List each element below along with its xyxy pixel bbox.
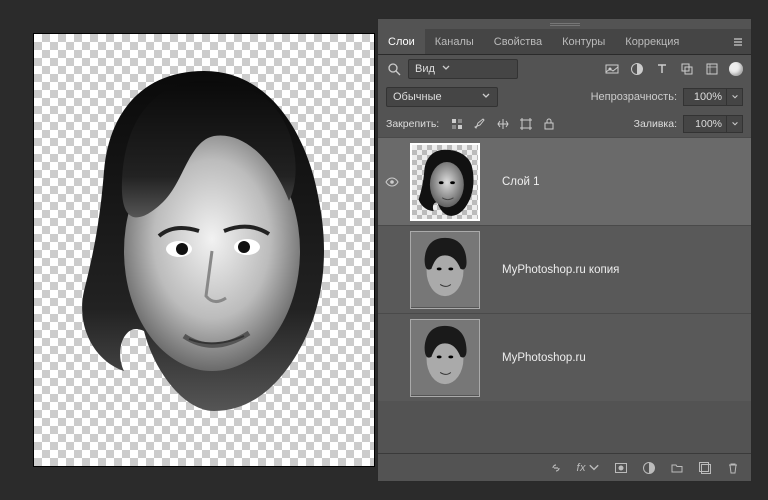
panel-drag-handle[interactable] <box>378 19 751 29</box>
fill-dropdown-icon[interactable] <box>727 115 743 133</box>
filter-adjustment-icon[interactable] <box>629 61 645 77</box>
panel-menu-icon[interactable] <box>725 37 751 47</box>
filter-label: Вид <box>415 63 435 75</box>
layer-name[interactable]: MyPhotoshop.ru <box>502 352 586 364</box>
layers-panel: Слои Каналы Свойства Контуры Коррекция В… <box>377 18 752 482</box>
image-content <box>54 51 354 431</box>
filter-shape-icon[interactable] <box>679 61 695 77</box>
visibility-toggle[interactable] <box>378 175 406 189</box>
link-layers-icon[interactable] <box>548 460 564 476</box>
layer-row[interactable]: Слой 1 <box>378 137 751 225</box>
layer-actions-bar: fx <box>378 453 751 481</box>
tab-adjustments[interactable]: Коррекция <box>615 29 689 54</box>
fill-input[interactable]: 100% <box>683 115 727 133</box>
blend-mode-select[interactable]: Обычные <box>386 87 498 107</box>
adjustment-layer-icon[interactable] <box>641 460 657 476</box>
lock-brush-icon[interactable] <box>472 116 488 132</box>
tab-properties[interactable]: Свойства <box>484 29 552 54</box>
tab-paths[interactable]: Контуры <box>552 29 615 54</box>
opacity-label: Непрозрачность: <box>591 91 677 103</box>
lock-row: Закрепить: Заливка: 100% <box>378 111 751 137</box>
layer-fx-icon[interactable]: fx <box>576 460 601 476</box>
layer-name[interactable]: MyPhotoshop.ru копия <box>502 264 619 276</box>
add-mask-icon[interactable] <box>613 460 629 476</box>
filter-type-icon[interactable] <box>654 61 670 77</box>
filter-pixel-icon[interactable] <box>604 61 620 77</box>
opacity-dropdown-icon[interactable] <box>727 88 743 106</box>
layer-list: Слой 1 MyPhotoshop.ru копия MyPhotoshop.… <box>378 137 751 453</box>
new-group-icon[interactable] <box>669 460 685 476</box>
filter-toggle-icon[interactable] <box>729 62 743 76</box>
opacity-input[interactable]: 100% <box>683 88 727 106</box>
filter-smartobject-icon[interactable] <box>704 61 720 77</box>
lock-artboard-icon[interactable] <box>518 116 534 132</box>
tab-layers[interactable]: Слои <box>378 29 425 54</box>
blend-mode-label: Обычные <box>393 91 442 103</box>
layer-filter-select[interactable]: Вид <box>408 59 518 79</box>
lock-all-icon[interactable] <box>541 116 557 132</box>
layer-row[interactable]: MyPhotoshop.ru <box>378 313 751 401</box>
tab-channels[interactable]: Каналы <box>425 29 484 54</box>
lock-label: Закрепить: <box>386 118 439 130</box>
fill-label: Заливка: <box>634 118 677 130</box>
layer-name[interactable]: Слой 1 <box>502 176 540 188</box>
filter-row: Вид <box>378 55 751 83</box>
layer-row[interactable]: MyPhotoshop.ru копия <box>378 225 751 313</box>
chevron-down-icon <box>481 91 491 104</box>
new-layer-icon[interactable] <box>697 460 713 476</box>
chevron-down-icon <box>441 63 451 76</box>
panel-tabs: Слои Каналы Свойства Контуры Коррекция <box>378 29 751 55</box>
lock-transparency-icon[interactable] <box>449 116 465 132</box>
search-icon[interactable] <box>386 61 402 77</box>
layer-thumbnail[interactable] <box>410 143 480 221</box>
canvas[interactable] <box>34 34 374 466</box>
lock-position-icon[interactable] <box>495 116 511 132</box>
layer-thumbnail[interactable] <box>410 319 480 397</box>
blend-row: Обычные Непрозрачность: 100% <box>378 83 751 111</box>
layer-thumbnail[interactable] <box>410 231 480 309</box>
delete-layer-icon[interactable] <box>725 460 741 476</box>
